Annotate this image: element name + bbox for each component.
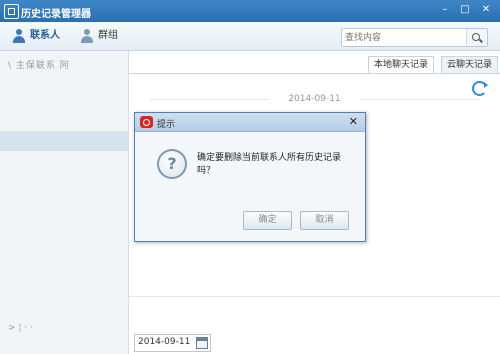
confirm-dialog: 提示 ✕ ? 确定要删除当前联系人所有历史记录吗？ 确定 取消 <box>134 112 366 242</box>
date-separator-text: 2014-09-11 <box>288 94 341 104</box>
tab-cloud-history[interactable]: 云聊天记录 <box>440 56 498 74</box>
question-icon: ? <box>157 149 187 179</box>
contact-list-sidebar: \ 主保联系 阿 > ¦ · · <box>0 51 129 354</box>
date-picker[interactable]: 2014-09-11 <box>134 334 211 352</box>
sidebar-selected-item[interactable] <box>0 131 128 151</box>
title-bar: 历史记录管理器 – □ ✕ <box>0 0 500 22</box>
search-button[interactable] <box>466 29 487 46</box>
tab-groups-label: 群组 <box>98 30 118 41</box>
dialog-close-button[interactable]: ✕ <box>349 115 358 128</box>
window-title: 历史记录管理器 <box>21 9 91 20</box>
dialog-title: 提示 <box>157 120 176 130</box>
tab-local-history[interactable]: 本地聊天记录 <box>367 56 434 74</box>
dialog-message: 确定要删除当前联系人所有历史记录吗？ <box>197 153 342 176</box>
bottom-divider <box>129 296 500 297</box>
date-picker-value: 2014-09-11 <box>138 337 191 347</box>
maximize-button[interactable]: □ <box>456 3 474 17</box>
close-button[interactable]: ✕ <box>477 3 495 17</box>
cancel-button[interactable]: 取消 <box>300 211 349 230</box>
tab-contacts-label: 联系人 <box>30 30 60 41</box>
search-box <box>341 28 488 47</box>
app-logo-icon <box>140 116 153 128</box>
app-icon <box>4 4 19 19</box>
search-input[interactable] <box>342 29 465 46</box>
sidebar-faded-text: \ 主保联系 阿 <box>8 61 70 71</box>
dialog-title-bar: 提示 ✕ <box>135 113 365 132</box>
toolbar: 联系人 群组 <box>0 22 500 51</box>
minimize-button[interactable]: – <box>436 3 454 17</box>
history-tabs: 本地聊天记录 云聊天记录 <box>129 56 500 74</box>
person-icon <box>12 29 26 43</box>
ok-button[interactable]: 确定 <box>243 211 292 230</box>
date-separator: 2014-09-11 <box>129 94 500 104</box>
tab-divider <box>129 73 500 74</box>
calendar-icon[interactable] <box>196 337 208 349</box>
group-icon <box>80 29 94 43</box>
sidebar-footer-text: > ¦ · · <box>8 323 33 333</box>
